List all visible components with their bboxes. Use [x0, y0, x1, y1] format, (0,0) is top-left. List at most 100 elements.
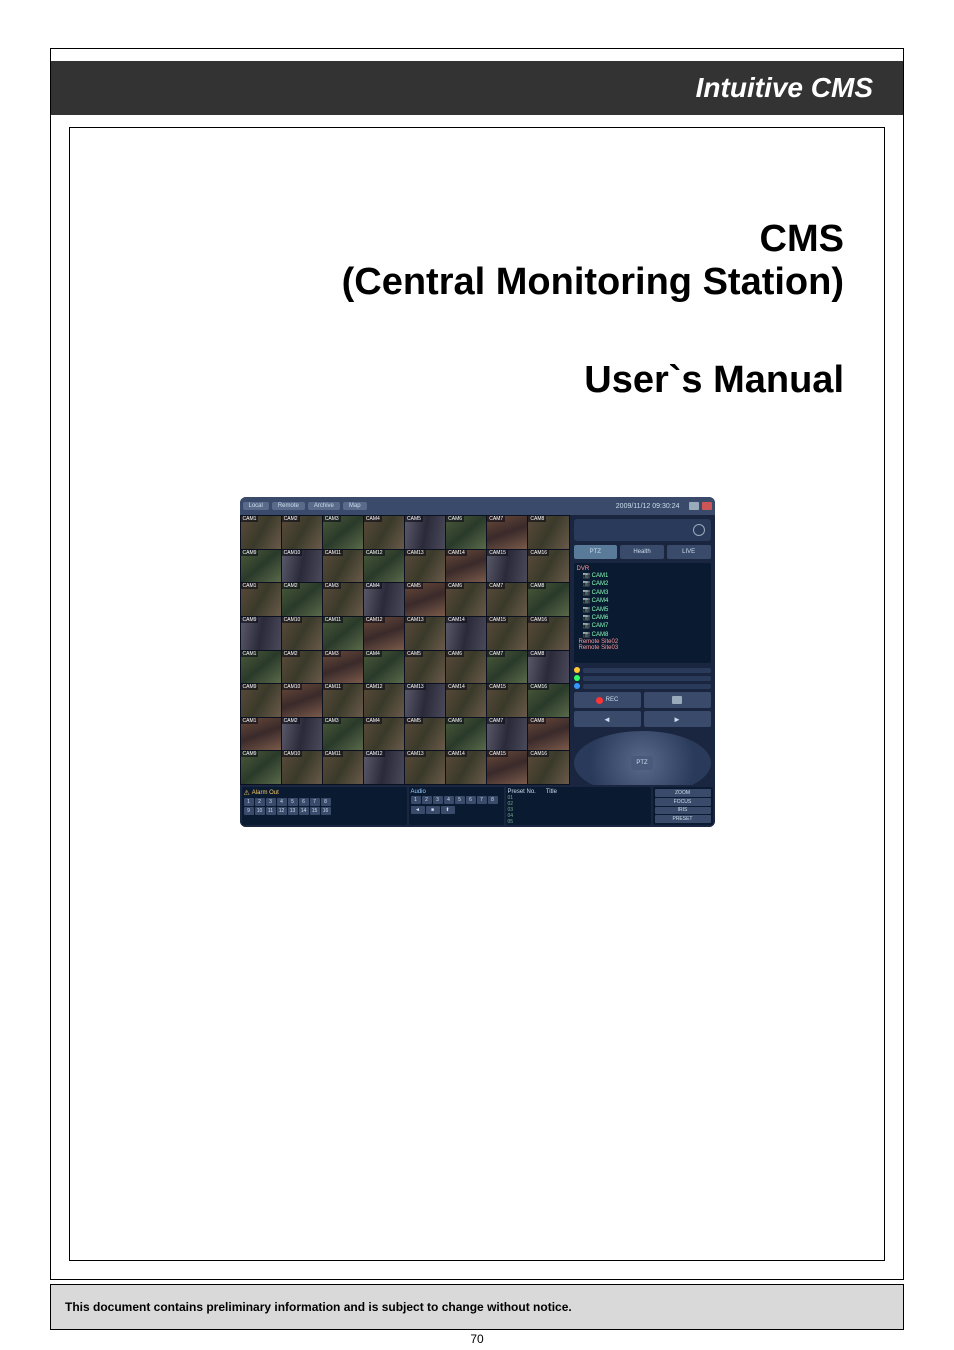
- audio-channel-button[interactable]: 3: [433, 796, 443, 804]
- camera-tile[interactable]: CAM16: [528, 751, 568, 784]
- tree-camera-item[interactable]: 📷 CAM1: [583, 572, 708, 580]
- camera-tile[interactable]: CAM12: [364, 617, 404, 650]
- audio-channel-button[interactable]: 2: [422, 796, 432, 804]
- alarm-channel-button[interactable]: 13: [288, 807, 298, 815]
- camera-tile[interactable]: CAM9: [241, 617, 281, 650]
- alarm-channel-button[interactable]: 7: [310, 798, 320, 806]
- slider-3[interactable]: [583, 684, 711, 689]
- audio-channel-button[interactable]: 7: [477, 796, 487, 804]
- tree-camera-item[interactable]: 📷 CAM5: [583, 606, 708, 614]
- camera-tile[interactable]: CAM11: [323, 550, 363, 583]
- tree-camera-item[interactable]: 📷 CAM3: [583, 589, 708, 597]
- alarm-channel-button[interactable]: 16: [321, 807, 331, 815]
- camera-tile[interactable]: CAM13: [405, 751, 445, 784]
- camera-tile[interactable]: CAM6: [446, 516, 486, 549]
- record-button[interactable]: REC: [574, 692, 641, 708]
- camera-tile[interactable]: CAM8: [528, 718, 568, 751]
- alarm-channel-button[interactable]: 14: [299, 807, 309, 815]
- camera-tile[interactable]: CAM14: [446, 550, 486, 583]
- dpad-center-button[interactable]: PTZ: [631, 756, 653, 770]
- camera-tile[interactable]: CAM12: [364, 751, 404, 784]
- alarm-channel-button[interactable]: 6: [299, 798, 309, 806]
- alarm-channel-button[interactable]: 3: [266, 798, 276, 806]
- alarm-channel-button[interactable]: 8: [321, 798, 331, 806]
- camera-tile[interactable]: CAM1: [241, 718, 281, 751]
- camera-tile[interactable]: CAM5: [405, 583, 445, 616]
- alarm-channel-button[interactable]: 1: [244, 798, 254, 806]
- tree-camera-item[interactable]: 📷 CAM4: [583, 597, 708, 605]
- camera-tile[interactable]: CAM5: [405, 718, 445, 751]
- camera-tile[interactable]: CAM3: [323, 651, 363, 684]
- slider-1[interactable]: [583, 668, 711, 673]
- camera-tile[interactable]: CAM13: [405, 550, 445, 583]
- camera-tile[interactable]: CAM1: [241, 651, 281, 684]
- search-input[interactable]: [574, 519, 711, 541]
- audio-channel-button[interactable]: 5: [455, 796, 465, 804]
- mode-health-button[interactable]: Health: [620, 545, 664, 559]
- close-icon[interactable]: [702, 502, 712, 510]
- camera-tile[interactable]: CAM9: [241, 684, 281, 717]
- alarm-channel-button[interactable]: 15: [310, 807, 320, 815]
- camera-tile[interactable]: CAM6: [446, 718, 486, 751]
- alarm-channel-button[interactable]: 11: [266, 807, 276, 815]
- camera-tile[interactable]: CAM9: [241, 751, 281, 784]
- zoom-button[interactable]: ZOOM: [655, 789, 711, 797]
- tree-camera-item[interactable]: 📷 CAM8: [583, 631, 708, 639]
- camera-tile[interactable]: CAM2: [282, 583, 322, 616]
- audio-mic-button[interactable]: ⬆: [441, 806, 455, 814]
- camera-tile[interactable]: CAM9: [241, 550, 281, 583]
- camera-tile[interactable]: CAM7: [487, 583, 527, 616]
- alarm-channel-button[interactable]: 4: [277, 798, 287, 806]
- tab-map[interactable]: Map: [343, 502, 367, 510]
- slider-2[interactable]: [583, 676, 711, 681]
- camera-tile[interactable]: CAM16: [528, 550, 568, 583]
- camera-tile[interactable]: CAM7: [487, 651, 527, 684]
- camera-tile[interactable]: CAM7: [487, 718, 527, 751]
- camera-tile[interactable]: CAM13: [405, 617, 445, 650]
- audio-stop-button[interactable]: ■: [426, 806, 440, 814]
- camera-tile[interactable]: CAM14: [446, 684, 486, 717]
- camera-tile[interactable]: CAM12: [364, 684, 404, 717]
- camera-tile[interactable]: CAM14: [446, 617, 486, 650]
- audio-channel-button[interactable]: 1: [411, 796, 421, 804]
- camera-tile[interactable]: CAM12: [364, 550, 404, 583]
- preset-row[interactable]: 05: [508, 819, 649, 825]
- audio-prev-button[interactable]: ◄: [411, 806, 425, 814]
- camera-tile[interactable]: CAM8: [528, 516, 568, 549]
- device-tree[interactable]: DVR 📷 CAM1📷 CAM2📷 CAM3📷 CAM4📷 CAM5📷 CAM6…: [574, 563, 711, 663]
- camera-tile[interactable]: CAM6: [446, 651, 486, 684]
- tree-camera-item[interactable]: 📷 CAM7: [583, 622, 708, 630]
- alarm-channel-button[interactable]: 5: [288, 798, 298, 806]
- tab-remote[interactable]: Remote: [272, 502, 305, 510]
- iris-button[interactable]: IRIS: [655, 807, 711, 815]
- alarm-channel-button[interactable]: 9: [244, 807, 254, 815]
- camera-tile[interactable]: CAM1: [241, 516, 281, 549]
- tree-camera-item[interactable]: 📷 CAM2: [583, 580, 708, 588]
- camera-tile[interactable]: CAM10: [282, 550, 322, 583]
- camera-tile[interactable]: CAM10: [282, 617, 322, 650]
- alarm-channel-button[interactable]: 12: [277, 807, 287, 815]
- camera-tile[interactable]: CAM8: [528, 651, 568, 684]
- mode-live-button[interactable]: LIVE: [667, 545, 711, 559]
- audio-channel-button[interactable]: 8: [488, 796, 498, 804]
- camera-tile[interactable]: CAM5: [405, 651, 445, 684]
- camera-tile[interactable]: CAM7: [487, 516, 527, 549]
- tree-camera-item[interactable]: 📷 CAM6: [583, 614, 708, 622]
- tab-archive[interactable]: Archive: [308, 502, 340, 510]
- audio-channel-button[interactable]: 4: [444, 796, 454, 804]
- camera-tile[interactable]: CAM13: [405, 684, 445, 717]
- prev-button[interactable]: ◄: [574, 711, 641, 727]
- camera-tile[interactable]: CAM15: [487, 550, 527, 583]
- mode-ptz-button[interactable]: PTZ: [574, 545, 618, 559]
- camera-tile[interactable]: CAM16: [528, 617, 568, 650]
- camera-tile[interactable]: CAM8: [528, 583, 568, 616]
- camera-tile[interactable]: CAM15: [487, 751, 527, 784]
- preset-button[interactable]: PRESET: [655, 815, 711, 823]
- camera-tile[interactable]: CAM5: [405, 516, 445, 549]
- audio-channel-button[interactable]: 6: [466, 796, 476, 804]
- camera-tile[interactable]: CAM15: [487, 684, 527, 717]
- camera-tile[interactable]: CAM4: [364, 516, 404, 549]
- camera-tile[interactable]: CAM3: [323, 718, 363, 751]
- camera-tile[interactable]: CAM4: [364, 651, 404, 684]
- focus-button[interactable]: FOCUS: [655, 798, 711, 806]
